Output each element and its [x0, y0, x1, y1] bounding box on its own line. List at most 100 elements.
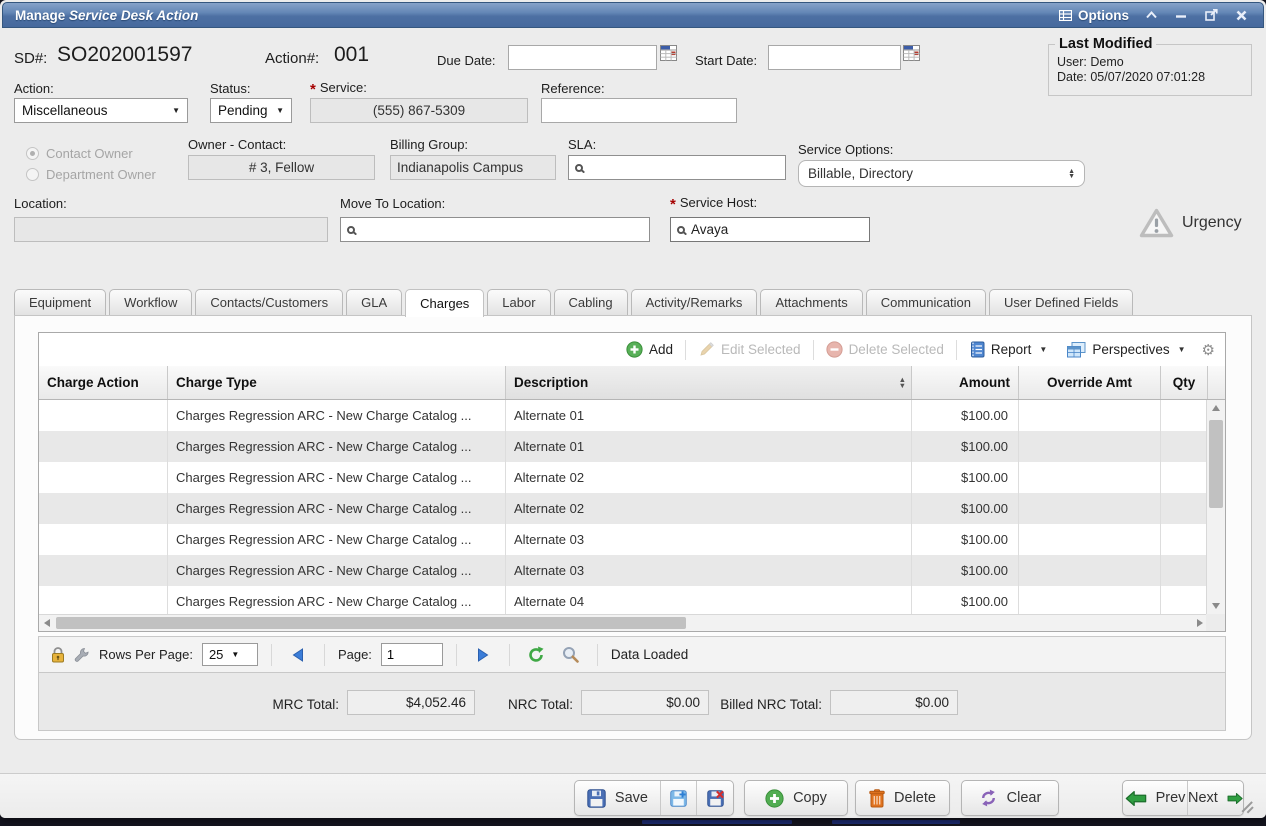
radio-unselected-icon: [26, 168, 39, 181]
save-and-new-button[interactable]: [660, 781, 697, 815]
service-options-select[interactable]: Billable, Directory ▲▼: [798, 160, 1085, 187]
tab-contacts-customers[interactable]: Contacts/Customers: [195, 289, 343, 315]
table-row[interactable]: Charges Regression ARC - New Charge Cata…: [39, 462, 1208, 493]
options-button[interactable]: Options: [1059, 8, 1129, 23]
page-number-input[interactable]: [381, 643, 443, 666]
sla-search-input[interactable]: [568, 155, 786, 180]
tab-gla[interactable]: GLA: [346, 289, 402, 315]
next-page-button[interactable]: [470, 643, 496, 667]
add-button[interactable]: Add: [618, 341, 681, 358]
reference-input[interactable]: [541, 98, 737, 123]
status-select[interactable]: Pending ▼: [210, 98, 292, 123]
cell-description: Alternate 03: [506, 555, 912, 586]
scroll-down-arrow[interactable]: [1207, 598, 1225, 614]
collapse-button[interactable]: [1143, 8, 1159, 22]
start-date-calendar-button[interactable]: [903, 45, 920, 61]
cell-charge-type: Charges Regression ARC - New Charge Cata…: [168, 586, 506, 614]
start-date-input[interactable]: [768, 45, 901, 70]
department-owner-radio[interactable]: Department Owner: [26, 167, 156, 182]
prev-button[interactable]: Prev: [1123, 781, 1187, 815]
column-header-amount[interactable]: Amount: [912, 366, 1019, 399]
save-button[interactable]: Save: [575, 781, 660, 815]
tab-workflow[interactable]: Workflow: [109, 289, 192, 315]
start-date-label: Start Date:: [695, 53, 757, 68]
tab-equipment[interactable]: Equipment: [14, 289, 106, 315]
mrc-total-label: MRC Total:: [159, 697, 339, 712]
dialog-footer: Save: [0, 773, 1266, 818]
popout-button[interactable]: [1203, 8, 1219, 22]
wrench-icon[interactable]: [74, 647, 90, 663]
scroll-left-arrow[interactable]: [39, 615, 55, 631]
charges-grid: Add Edit Selected Delete Selec: [38, 332, 1226, 632]
cell-description: Alternate 03: [506, 524, 912, 555]
minimize-button[interactable]: [1173, 8, 1189, 22]
table-row[interactable]: Charges Regression ARC - New Charge Cata…: [39, 524, 1208, 555]
horizontal-scrollbar[interactable]: [39, 614, 1208, 631]
cell-amount: $100.00: [912, 400, 1019, 431]
tab-charges[interactable]: Charges: [405, 289, 484, 317]
column-header-description[interactable]: Description ▲▼: [506, 366, 912, 399]
table-row[interactable]: Charges Regression ARC - New Charge Cata…: [39, 493, 1208, 524]
column-header-qty[interactable]: Qty: [1161, 366, 1208, 399]
clear-button[interactable]: Clear: [961, 780, 1059, 816]
copy-button[interactable]: Copy: [744, 780, 848, 816]
service-host-search-input[interactable]: Avaya: [670, 217, 870, 242]
tab-labor[interactable]: Labor: [487, 289, 550, 315]
perspectives-dropdown-button[interactable]: Perspectives ▼: [1059, 342, 1193, 358]
tab-cabling[interactable]: Cabling: [554, 289, 628, 315]
cell-amount: $100.00: [912, 493, 1019, 524]
edit-selected-button[interactable]: Edit Selected: [690, 341, 809, 358]
tab-communication[interactable]: Communication: [866, 289, 986, 315]
lock-icon[interactable]: [51, 646, 65, 663]
column-header-override-amt[interactable]: Override Amt: [1019, 366, 1161, 399]
column-header-charge-type[interactable]: Charge Type: [168, 366, 506, 399]
report-dropdown-button[interactable]: Report ▼: [961, 341, 1055, 358]
urgency-indicator[interactable]: Urgency: [1139, 208, 1242, 238]
cell-amount: $100.00: [912, 431, 1019, 462]
close-button[interactable]: [1233, 8, 1249, 22]
delete-selected-button[interactable]: Delete Selected: [818, 341, 952, 358]
arrow-left-icon: [1125, 790, 1147, 807]
urgency-label: Urgency: [1182, 214, 1242, 232]
owner-contact-field: [188, 155, 375, 180]
tab-user-defined-fields[interactable]: User Defined Fields: [989, 289, 1133, 315]
action-select[interactable]: Miscellaneous ▼: [14, 98, 188, 123]
table-row[interactable]: Charges Regression ARC - New Charge Cata…: [39, 555, 1208, 586]
dialog-titlebar: Manage Service Desk Action Options: [2, 2, 1264, 28]
previous-page-button[interactable]: [285, 643, 311, 667]
next-button[interactable]: Next: [1187, 781, 1243, 815]
add-plus-icon: [626, 341, 643, 358]
due-date-input[interactable]: [508, 45, 657, 70]
toolbar-separator: [956, 340, 957, 360]
move-to-location-search-input[interactable]: [340, 217, 650, 242]
table-row[interactable]: Charges Regression ARC - New Charge Cata…: [39, 586, 1208, 614]
background-link-fragment: [832, 820, 960, 824]
last-modified-fieldset: Last Modified User: Demo Date: 05/07/202…: [1048, 36, 1252, 96]
vertical-scrollbar[interactable]: [1206, 400, 1225, 614]
separator: [597, 644, 598, 666]
sd-number-value: SO202001597: [57, 43, 192, 67]
cell-qty: [1161, 586, 1208, 614]
delete-button[interactable]: Delete: [855, 780, 950, 816]
scroll-up-arrow[interactable]: [1207, 400, 1225, 416]
refresh-button[interactable]: [523, 643, 549, 667]
rows-per-page-select[interactable]: 25 ▼: [202, 643, 258, 666]
mrc-total-value: [347, 690, 475, 715]
table-row[interactable]: Charges Regression ARC - New Charge Cata…: [39, 400, 1208, 431]
horizontal-scrollbar-thumb[interactable]: [56, 617, 686, 629]
contact-owner-radio[interactable]: Contact Owner: [26, 146, 133, 161]
window-resize-handle[interactable]: [1240, 800, 1254, 813]
save-and-close-button[interactable]: [696, 781, 733, 815]
grid-settings-button[interactable]: ⚙: [1198, 341, 1219, 359]
column-header-charge-action[interactable]: Charge Action: [39, 366, 168, 399]
search-grid-button[interactable]: [558, 643, 584, 667]
table-row[interactable]: Charges Regression ARC - New Charge Cata…: [39, 431, 1208, 462]
popout-icon: [1205, 9, 1218, 21]
cell-override-amt: [1019, 555, 1161, 586]
charge-totals-bar: MRC Total: NRC Total: Billed NRC Total:: [38, 672, 1226, 731]
cell-qty: [1161, 555, 1208, 586]
tab-activity-remarks[interactable]: Activity/Remarks: [631, 289, 758, 315]
vertical-scrollbar-thumb[interactable]: [1209, 420, 1223, 508]
tab-attachments[interactable]: Attachments: [760, 289, 862, 315]
due-date-calendar-button[interactable]: [660, 45, 677, 61]
